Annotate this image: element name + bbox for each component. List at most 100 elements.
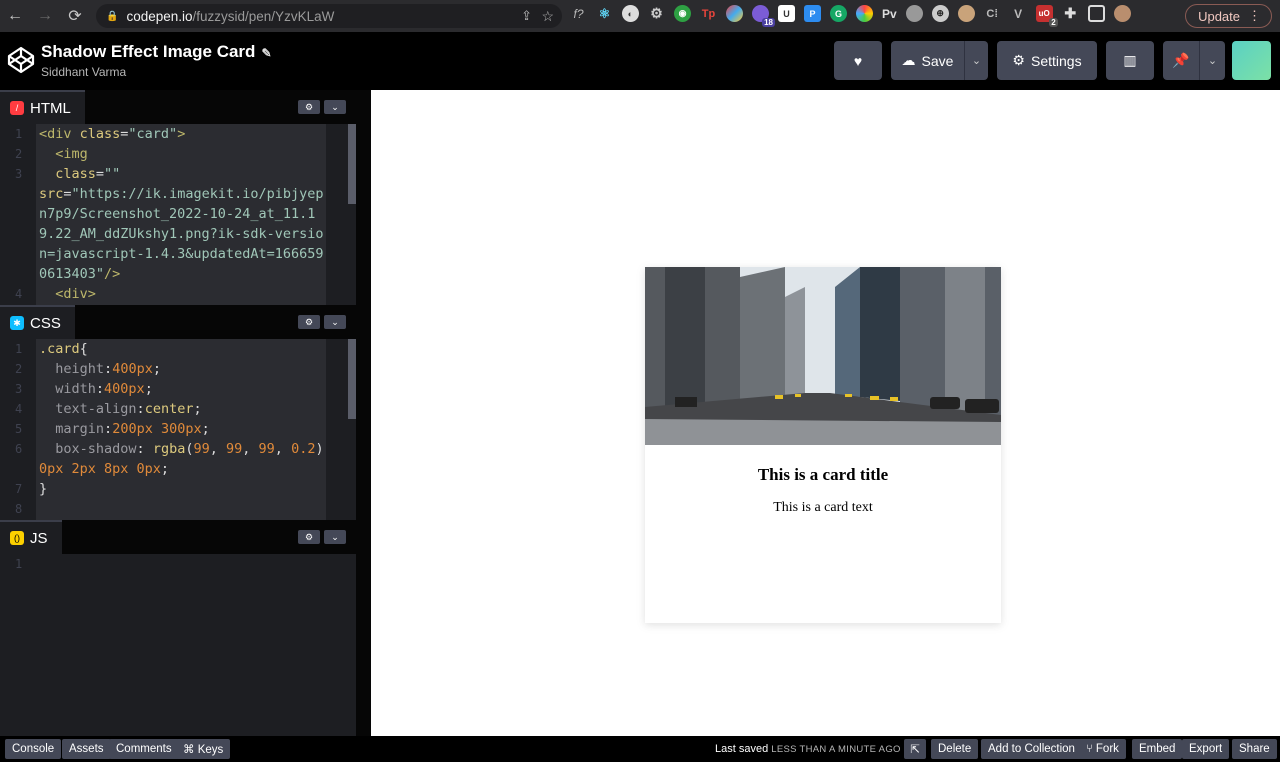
- g-extension-icon[interactable]: G: [830, 5, 847, 22]
- css-scrollbar[interactable]: [346, 339, 356, 520]
- code-token: 0.2: [291, 441, 316, 457]
- keys-button[interactable]: ⌘ Keys: [176, 739, 231, 759]
- tab-html[interactable]: / HTML: [0, 90, 85, 124]
- profile-avatar[interactable]: [1113, 5, 1131, 22]
- js-collapse-chevron-icon[interactable]: ⌄: [324, 530, 346, 544]
- console-button[interactable]: Console: [5, 739, 62, 759]
- card: This is a card title This is a card text: [645, 267, 1001, 623]
- code-token: "card": [128, 126, 178, 142]
- bookmark-star-icon[interactable]: ☆: [541, 8, 554, 25]
- save-dropdown-chevron-icon[interactable]: ⌄: [965, 54, 988, 67]
- export-button[interactable]: Export: [1182, 739, 1230, 759]
- share-button[interactable]: Share: [1232, 739, 1277, 759]
- u-extension-icon[interactable]: U: [778, 5, 795, 22]
- gear-extension-icon[interactable]: ⚙: [648, 5, 665, 22]
- globe-extension-icon[interactable]: ⊕: [931, 5, 949, 22]
- css-code-editor[interactable]: 1 2 3 4 5 6 7 8 .card{ height:400px; width:400p…: [0, 339, 356, 520]
- html-code[interactable]: <div class="card"> <img class="" src="ht…: [39, 124, 325, 304]
- reload-icon[interactable]: ⟳: [60, 0, 90, 32]
- css-line-numbers: 1 2 3 4 5 6 7 8: [0, 339, 36, 519]
- face-extension-icon[interactable]: [957, 5, 975, 22]
- code-token: <div>: [55, 286, 96, 302]
- html-collapse-chevron-icon[interactable]: ⌄: [324, 100, 346, 114]
- sidebar-icon[interactable]: [1087, 5, 1105, 22]
- update-button[interactable]: Update ⋮: [1185, 4, 1272, 28]
- formula-extension-icon[interactable]: f?: [570, 5, 587, 22]
- code-token: :: [95, 381, 105, 397]
- codepen-logo-icon[interactable]: [7, 46, 35, 74]
- html-panel-header: / HTML ⚙ ⌄: [0, 90, 356, 124]
- pin-button-group: 📌 ⌄: [1163, 41, 1225, 80]
- pin-dropdown-chevron-icon[interactable]: ⌄: [1200, 54, 1225, 67]
- heart-button[interactable]: ♥: [834, 41, 882, 80]
- code-token: ,: [209, 441, 226, 457]
- js-settings-gear-icon[interactable]: ⚙: [298, 530, 320, 544]
- css-settings-gear-icon[interactable]: ⚙: [298, 315, 320, 329]
- puzzle-icon[interactable]: ✚: [1062, 5, 1079, 22]
- code-token: =: [63, 186, 72, 202]
- pen-title[interactable]: Shadow Effect Image Card ✎: [41, 42, 272, 62]
- css-collapse-chevron-icon[interactable]: ⌄: [324, 315, 346, 329]
- save-label: Save: [921, 52, 954, 69]
- chrome-extension-icon[interactable]: [856, 5, 873, 22]
- css-label: CSS: [30, 314, 61, 332]
- gray-extension-icon[interactable]: [905, 5, 923, 22]
- tp-extension-icon[interactable]: Tp: [700, 5, 717, 22]
- js-panel-header: () JS ⚙ ⌄: [0, 520, 356, 554]
- save-button[interactable]: ☁ Save: [891, 52, 964, 69]
- line-number: [0, 459, 36, 479]
- code-token: rgba: [152, 441, 186, 457]
- comments-button[interactable]: Comments: [109, 739, 179, 759]
- react-devtools-icon[interactable]: ⚛: [596, 5, 613, 22]
- settings-button[interactable]: ⚙ Settings: [997, 41, 1097, 80]
- badge-extension-icon[interactable]: 18: [752, 5, 775, 27]
- github-extension-icon[interactable]: ◉: [674, 5, 691, 22]
- html-label: HTML: [30, 99, 71, 117]
- last-saved-label: Last saved: [715, 743, 769, 755]
- code-token: =: [95, 166, 105, 182]
- css-code[interactable]: .card{ height:400px; width:400px; text-a…: [39, 339, 325, 499]
- editor-resize-handle[interactable]: [356, 90, 371, 736]
- pen-title-text: Shadow Effect Image Card: [41, 42, 256, 61]
- v-extension-icon[interactable]: V: [1010, 5, 1027, 22]
- p-extension-icon[interactable]: P: [804, 5, 821, 22]
- open-external-icon[interactable]: ⇱: [904, 739, 926, 759]
- html-code-editor[interactable]: 1234 <div class="card"> <img class="" sr…: [0, 124, 356, 305]
- color-extension-icon[interactable]: [726, 5, 743, 22]
- ub-extension-icon[interactable]: uO 2: [1035, 5, 1058, 27]
- back-icon[interactable]: ←: [0, 0, 30, 32]
- code-token: :: [104, 421, 113, 437]
- pencil-icon[interactable]: ✎: [261, 46, 271, 60]
- circle-extension-icon[interactable]: ◐: [622, 5, 639, 22]
- embed-button[interactable]: Embed: [1132, 739, 1183, 759]
- delete-button[interactable]: Delete: [931, 739, 979, 759]
- more-vertical-icon: ⋮: [1248, 8, 1261, 23]
- pin-button[interactable]: 📌: [1163, 52, 1199, 69]
- card-text: This is a card text: [773, 500, 873, 515]
- card-title: This is a card title: [757, 465, 889, 484]
- html-line-numbers: 1 2 3 4: [0, 124, 36, 304]
- forward-icon[interactable]: →: [30, 0, 60, 32]
- line-number: 1: [15, 342, 23, 356]
- code-token: ;: [160, 461, 170, 477]
- line-number: 2: [15, 362, 23, 376]
- code-token: margin: [55, 421, 105, 437]
- code-token: 99: [258, 441, 275, 457]
- html-settings-gear-icon[interactable]: ⚙: [298, 100, 320, 114]
- c-extension-icon[interactable]: C⁞: [984, 5, 1001, 22]
- js-code-editor[interactable]: 1: [0, 554, 356, 736]
- add-to-collection-button[interactable]: Add to Collection: [981, 739, 1082, 759]
- user-avatar[interactable]: [1232, 41, 1271, 80]
- extension-badge-count: 18: [762, 18, 775, 27]
- layout-button[interactable]: ▥: [1106, 41, 1154, 80]
- tab-js[interactable]: () JS: [0, 520, 62, 554]
- address-bar[interactable]: 🔒 codepen.io/fuzzysid/pen/YzvKLaW ⇪ ☆: [96, 4, 562, 28]
- pv-extension-icon[interactable]: Pv: [882, 5, 897, 22]
- share-icon[interactable]: ⇪: [521, 8, 532, 24]
- assets-button[interactable]: Assets: [62, 739, 111, 759]
- tab-css[interactable]: ✱ CSS: [0, 305, 75, 339]
- fork-button[interactable]: ⑂ Fork: [1079, 739, 1126, 759]
- line-number: [0, 244, 36, 264]
- pen-author[interactable]: Siddhant Varma: [41, 65, 126, 79]
- html-scrollbar[interactable]: [346, 124, 356, 305]
